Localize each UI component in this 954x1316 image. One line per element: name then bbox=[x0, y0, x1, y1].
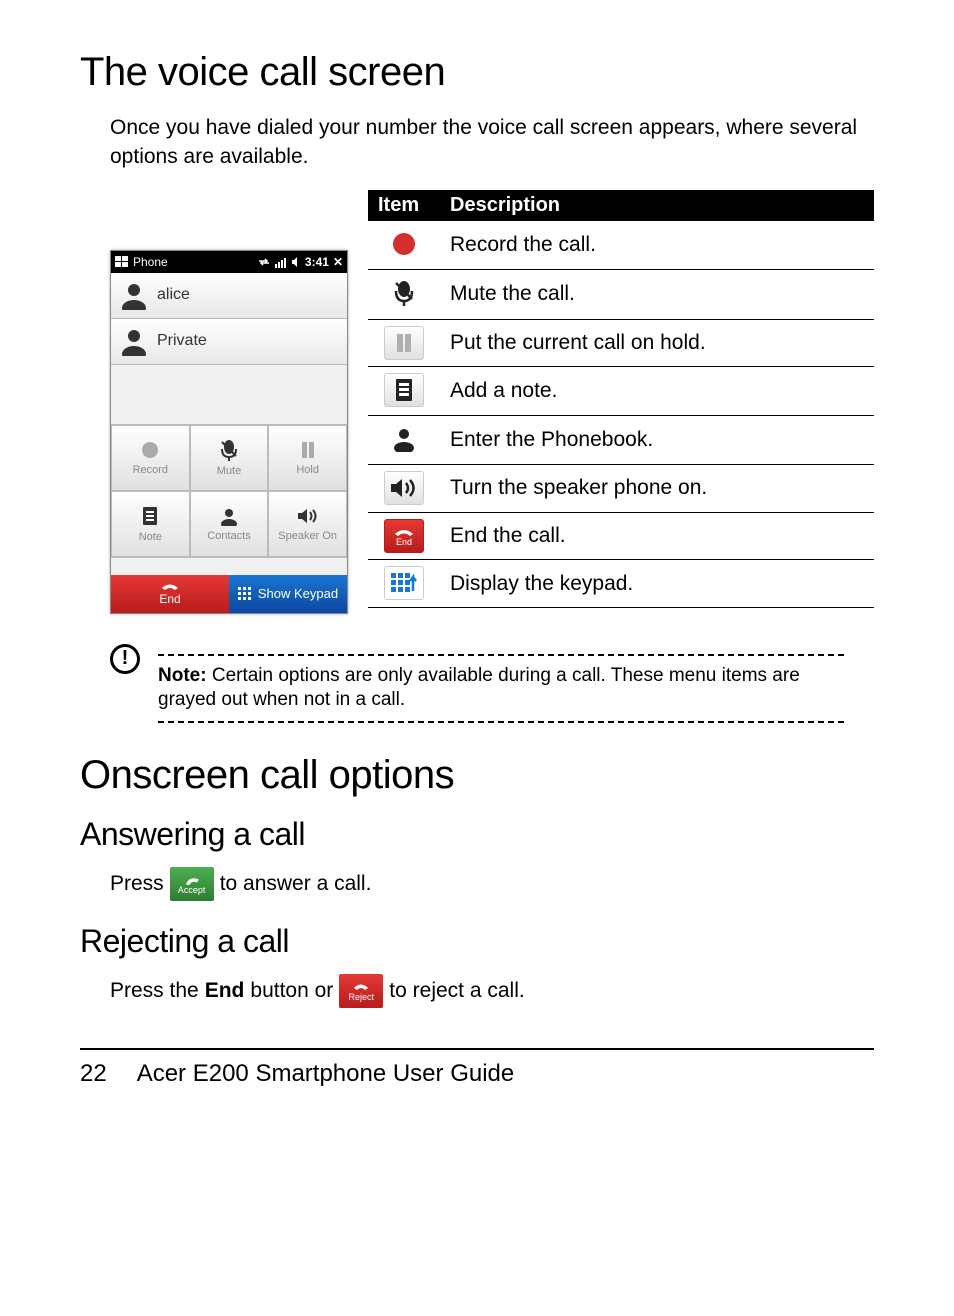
table-row: Enter the Phonebook. bbox=[368, 415, 874, 464]
table-row: Add a note. bbox=[368, 366, 874, 415]
keypad-icon bbox=[384, 566, 424, 600]
note-icon bbox=[384, 373, 424, 407]
table-row: End End the call. bbox=[368, 512, 874, 560]
accept-button-icon: Accept bbox=[170, 867, 214, 901]
table-header-desc: Description bbox=[440, 190, 874, 221]
page-number: 22 bbox=[80, 1060, 107, 1088]
alert-icon: ! bbox=[110, 644, 140, 674]
table-row: Record the call. bbox=[368, 221, 874, 270]
person-icon bbox=[119, 326, 149, 356]
phone-screenshot: Phone 3:41 ✕ alice Private Record bbox=[110, 250, 348, 614]
desc-cell: Display the keypad. bbox=[440, 560, 874, 608]
note-text: Certain options are only available durin… bbox=[158, 665, 800, 711]
section-heading: The voice call screen bbox=[80, 50, 874, 95]
description-table: Item Description Record the call. Mute t… bbox=[368, 190, 874, 609]
page-footer: 22 Acer E200 Smartphone User Guide bbox=[80, 1048, 874, 1088]
table-row: Mute the call. bbox=[368, 269, 874, 319]
desc-cell: Mute the call. bbox=[440, 269, 874, 319]
signal-icon bbox=[275, 256, 287, 268]
end-word: End bbox=[205, 979, 245, 1003]
pause-icon bbox=[384, 326, 424, 360]
desc-cell: Record the call. bbox=[440, 221, 874, 270]
record-icon bbox=[140, 440, 160, 460]
reject-button-icon: Reject bbox=[339, 974, 383, 1008]
table-row: Put the current call on hold. bbox=[368, 319, 874, 366]
desc-cell: Add a note. bbox=[440, 366, 874, 415]
mute-icon bbox=[384, 276, 424, 310]
record-button: Record bbox=[111, 425, 190, 491]
status-time: 3:41 bbox=[305, 255, 329, 269]
reject-instruction: Press the End button or Reject to reject… bbox=[110, 974, 874, 1008]
desc-cell: Enter the Phonebook. bbox=[440, 415, 874, 464]
volume-icon bbox=[291, 256, 301, 268]
status-label: Phone bbox=[133, 255, 168, 269]
contact-name: Private bbox=[157, 332, 207, 350]
person-icon bbox=[384, 422, 424, 456]
note-label: Note: bbox=[158, 665, 207, 686]
section-heading: Onscreen call options bbox=[80, 753, 874, 798]
desc-cell: Turn the speaker phone on. bbox=[440, 464, 874, 512]
end-button: End bbox=[111, 575, 229, 613]
answer-instruction: Press Accept to answer a call. bbox=[110, 867, 874, 901]
subsection-heading: Rejecting a call bbox=[80, 923, 874, 960]
close-icon: ✕ bbox=[333, 255, 343, 269]
table-row: Turn the speaker phone on. bbox=[368, 464, 874, 512]
hold-button: Hold bbox=[268, 425, 347, 491]
note-icon bbox=[140, 505, 160, 527]
spacer bbox=[111, 365, 347, 425]
note-box: ! Note: Certain options are only availab… bbox=[110, 654, 844, 723]
contact-row: Private bbox=[111, 319, 347, 365]
desc-cell: End the call. bbox=[440, 512, 874, 560]
contacts-button: Contacts bbox=[190, 491, 269, 557]
desc-cell: Put the current call on hold. bbox=[440, 319, 874, 366]
speaker-icon bbox=[384, 471, 424, 505]
table-row: Display the keypad. bbox=[368, 560, 874, 608]
contact-row: alice bbox=[111, 273, 347, 319]
mute-icon bbox=[219, 439, 239, 461]
hangup-icon bbox=[160, 581, 180, 591]
table-header-item: Item bbox=[368, 190, 440, 221]
footer-title: Acer E200 Smartphone User Guide bbox=[137, 1060, 515, 1088]
sync-icon bbox=[257, 256, 271, 268]
keypad-icon bbox=[238, 587, 254, 601]
note-button: Note bbox=[111, 491, 190, 557]
person-icon bbox=[119, 280, 149, 310]
pause-icon bbox=[298, 440, 318, 460]
subsection-heading: Answering a call bbox=[80, 816, 874, 853]
contact-name: alice bbox=[157, 286, 190, 304]
windows-icon bbox=[115, 256, 129, 268]
intro-paragraph: Once you have dialed your number the voi… bbox=[110, 113, 874, 172]
end-icon: End bbox=[384, 519, 424, 553]
record-icon bbox=[384, 227, 424, 261]
speaker-button: Speaker On bbox=[268, 491, 347, 557]
person-icon bbox=[219, 506, 239, 526]
status-bar: Phone 3:41 ✕ bbox=[111, 251, 347, 273]
show-keypad-button: Show Keypad bbox=[229, 575, 347, 613]
speaker-icon bbox=[296, 506, 320, 526]
mute-button: Mute bbox=[190, 425, 269, 491]
